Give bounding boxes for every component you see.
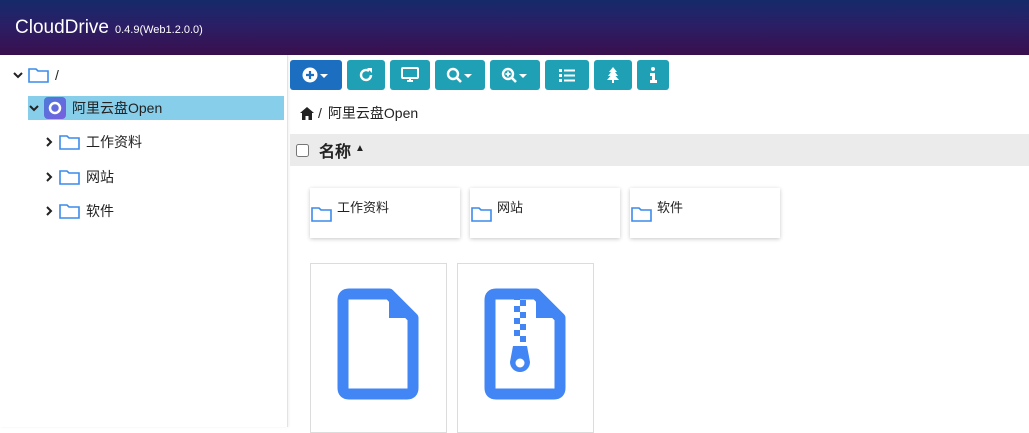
folder-icon bbox=[311, 207, 332, 222]
folder-card[interactable]: 网站 bbox=[470, 188, 620, 238]
tree-item-folder[interactable]: 工作资料 bbox=[43, 130, 142, 154]
folder-icon bbox=[59, 170, 80, 185]
tree-view-button[interactable] bbox=[594, 60, 632, 90]
breadcrumb-separator: / bbox=[318, 105, 322, 121]
app-title: CloudDrive bbox=[15, 16, 109, 38]
column-name-header[interactable]: 名称 bbox=[319, 138, 351, 162]
tree-root-label: / bbox=[55, 67, 59, 83]
folder-card[interactable]: 软件 bbox=[630, 188, 780, 238]
folder-card[interactable]: 工作资料 bbox=[310, 188, 460, 238]
search-button[interactable] bbox=[435, 60, 485, 90]
info-button[interactable] bbox=[637, 60, 669, 90]
toolbar bbox=[290, 60, 674, 90]
refresh-icon bbox=[359, 68, 373, 82]
add-button[interactable] bbox=[290, 60, 342, 90]
folder-name: 网站 bbox=[497, 200, 524, 215]
tree-root[interactable]: / bbox=[12, 63, 59, 87]
tree-icon bbox=[607, 67, 619, 83]
chevron-right-icon[interactable] bbox=[43, 136, 55, 148]
monitor-button[interactable] bbox=[390, 60, 430, 90]
tree-item-label: 软件 bbox=[86, 203, 114, 219]
folder-icon bbox=[59, 204, 80, 219]
breadcrumb: / 阿里云盘Open bbox=[300, 103, 418, 123]
cloud-drive-icon bbox=[44, 97, 66, 119]
chevron-down-icon[interactable] bbox=[12, 69, 24, 81]
search-icon bbox=[446, 67, 472, 83]
folder-tree: / 阿里云盘Open 工作资料 网站 软件 bbox=[0, 55, 288, 427]
file-card[interactable] bbox=[457, 263, 594, 433]
list-view-button[interactable] bbox=[545, 60, 589, 90]
zoom-button[interactable] bbox=[490, 60, 540, 90]
app-version: 0.4.9(Web1.2.0.0) bbox=[114, 24, 203, 36]
file-card[interactable] bbox=[310, 263, 447, 433]
file-icon bbox=[337, 288, 419, 400]
select-all-checkbox[interactable] bbox=[296, 143, 309, 157]
add-icon bbox=[302, 67, 328, 83]
chevron-right-icon[interactable] bbox=[43, 205, 55, 217]
breadcrumb-current[interactable]: 阿里云盘Open bbox=[328, 103, 418, 123]
tree-item-folder[interactable]: 网站 bbox=[43, 165, 114, 189]
folder-icon bbox=[631, 207, 652, 222]
sort-asc-icon[interactable]: ▲ bbox=[355, 143, 365, 154]
folder-name: 工作资料 bbox=[337, 200, 390, 215]
info-icon bbox=[650, 67, 657, 83]
folder-name: 软件 bbox=[657, 200, 684, 215]
refresh-button[interactable] bbox=[347, 60, 385, 90]
monitor-icon bbox=[401, 67, 419, 82]
chevron-down-icon[interactable] bbox=[28, 102, 40, 114]
chevron-right-icon[interactable] bbox=[43, 171, 55, 183]
folder-icon bbox=[471, 207, 492, 222]
tree-item-folder[interactable]: 软件 bbox=[43, 199, 114, 223]
list-header: 名称 ▲ bbox=[290, 134, 1029, 166]
list-icon bbox=[559, 69, 575, 82]
app-header: CloudDrive 0.4.9(Web1.2.0.0) bbox=[0, 0, 1029, 55]
folder-icon bbox=[28, 68, 49, 83]
zoom-in-icon bbox=[501, 67, 527, 83]
folder-icon bbox=[59, 135, 80, 150]
tree-item-label: 工作资料 bbox=[86, 134, 142, 150]
tree-item-label: 阿里云盘Open bbox=[72, 100, 163, 116]
home-icon[interactable] bbox=[300, 106, 314, 120]
zip-file-icon bbox=[484, 288, 566, 400]
tree-item-drive[interactable]: 阿里云盘Open bbox=[28, 96, 284, 120]
tree-item-label: 网站 bbox=[86, 169, 114, 185]
